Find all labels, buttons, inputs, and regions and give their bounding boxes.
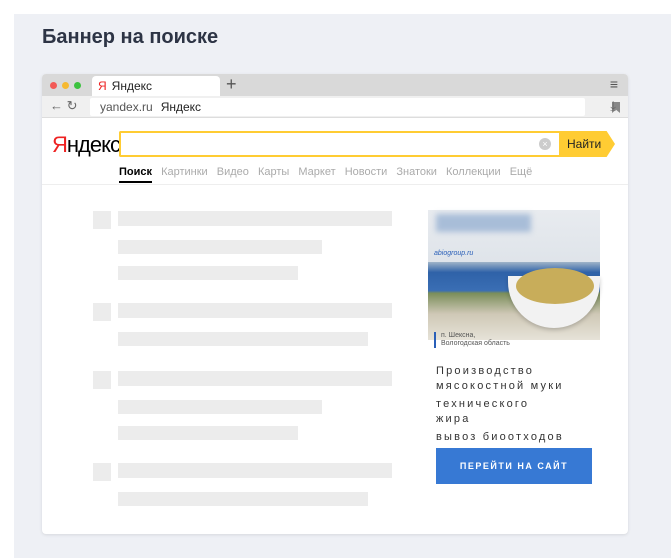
reload-icon[interactable]: ↻ xyxy=(67,98,78,113)
download-icon[interactable]: ⤓ xyxy=(610,98,616,114)
clear-icon[interactable]: × xyxy=(539,138,551,150)
placeholder-icon xyxy=(93,463,111,481)
placeholder-line xyxy=(118,492,368,506)
ad-image: abiogroup.ru xyxy=(428,210,600,340)
powder-image xyxy=(516,268,594,304)
tab-maps[interactable]: Карты xyxy=(258,166,289,178)
menu-icon[interactable]: ≡ xyxy=(610,76,618,92)
placeholder-icon xyxy=(93,371,111,389)
url-text: yandex.ru xyxy=(100,100,153,114)
tab-market[interactable]: Маркет xyxy=(298,166,335,178)
placeholder-line xyxy=(118,240,322,254)
maximize-dot[interactable] xyxy=(74,82,81,89)
close-dot[interactable] xyxy=(50,82,57,89)
placeholder-icon xyxy=(93,303,111,321)
tab-label: Яндекс xyxy=(111,79,153,93)
yandex-logo[interactable]: Яндекс xyxy=(52,132,121,158)
placeholder-line xyxy=(118,463,392,478)
placeholder-line xyxy=(118,371,392,386)
url-field[interactable]: yandex.ru Яндекс xyxy=(90,98,620,116)
tab-video[interactable]: Видео xyxy=(217,166,249,178)
yandex-favicon-icon: Я xyxy=(98,79,107,93)
minimize-dot[interactable] xyxy=(62,82,69,89)
tab-more[interactable]: Ещё xyxy=(510,166,533,178)
tab-znatoki[interactable]: Знатоки xyxy=(396,166,437,178)
tab-news[interactable]: Новости xyxy=(345,166,388,178)
ad-site: abiogroup.ru xyxy=(434,250,474,257)
placeholder-line xyxy=(118,332,368,346)
placeholder-line xyxy=(118,400,322,414)
tab-search[interactable]: Поиск xyxy=(119,166,153,183)
placeholder-line xyxy=(118,303,392,318)
back-icon[interactable]: ← xyxy=(50,98,63,113)
ad-location: п. Шексна, Вологодская область xyxy=(434,332,510,348)
visit-site-button[interactable]: ПЕРЕЙТИ НА САЙТ xyxy=(436,448,592,484)
new-tab-button[interactable]: + xyxy=(226,74,237,95)
find-button[interactable]: Найти xyxy=(559,131,615,157)
placeholder-icon xyxy=(93,211,111,229)
ad-headline: Производство мясокостной муки техническог… xyxy=(436,365,564,443)
page-title-in-url: Яндекс xyxy=(160,100,202,114)
address-bar: ← ↻ yandex.ru Яндекс ⤓ xyxy=(42,96,628,118)
search-input[interactable]: × xyxy=(119,131,559,157)
tab-bar: Я Яндекс + ≡ xyxy=(42,74,628,96)
ad-banner[interactable]: abiogroup.ru п. Шексна, Вологодская облас… xyxy=(428,210,600,492)
placeholder-line xyxy=(118,211,392,226)
page-title: Баннер на поиске xyxy=(42,26,219,48)
divider xyxy=(42,184,628,185)
browser-window: Я Яндекс + ≡ ← ↻ yandex.ru Яндекс ⤓ Яндекс… xyxy=(42,74,628,534)
placeholder-line xyxy=(118,266,298,280)
placeholder-line xyxy=(118,426,298,440)
tab-collections[interactable]: Коллекции xyxy=(446,166,501,178)
tab-images[interactable]: Картинки xyxy=(161,166,208,178)
browser-tab[interactable]: Я Яндекс xyxy=(92,76,220,96)
blurred-logo xyxy=(436,214,531,232)
search-tabs: Поиск Картинки Видео Карты Маркет Новост… xyxy=(119,166,538,183)
